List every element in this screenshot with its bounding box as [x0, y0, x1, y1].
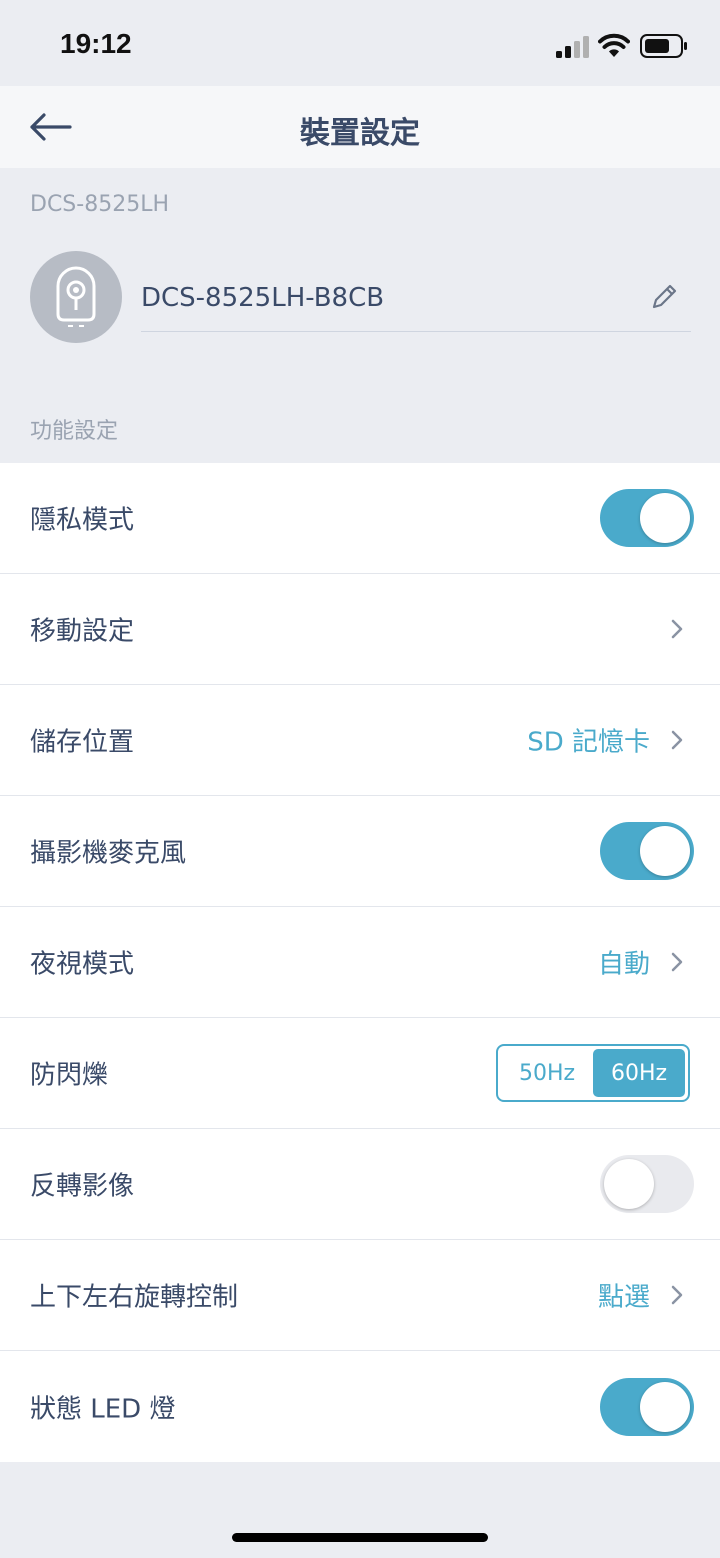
- frequency-option-50hz[interactable]: 50Hz: [501, 1049, 593, 1097]
- wifi-icon: [598, 33, 630, 57]
- status-time: 19:12: [60, 28, 132, 59]
- status-bar: 19:12: [0, 0, 720, 86]
- storage-location-label: 儲存位置: [30, 727, 135, 758]
- status-led-label: 狀態 LED 燈: [30, 1394, 176, 1424]
- frequency-option-60hz[interactable]: 60Hz: [593, 1049, 685, 1097]
- camera-microphone-row: 攝影機麥克風: [0, 796, 720, 907]
- pan-tilt-control-label: 上下左右旋轉控制: [30, 1282, 239, 1313]
- storage-location-value: SD 記憶卡: [527, 727, 650, 758]
- page-title: 裝置設定: [300, 116, 420, 151]
- anti-flicker-label: 防閃爍: [30, 1060, 109, 1091]
- frequency-segmented-control: 50Hz 60Hz: [496, 1044, 690, 1102]
- device-model-label: DCS-8525LH: [30, 192, 169, 217]
- flip-image-toggle[interactable]: [600, 1155, 694, 1213]
- cellular-signal-icon: [556, 36, 589, 58]
- toggle-knob: [640, 493, 690, 543]
- chevron-right-icon: [671, 730, 683, 750]
- home-indicator[interactable]: [232, 1533, 488, 1542]
- privacy-mode-toggle[interactable]: [600, 489, 694, 547]
- pan-tilt-control-value: 點選: [597, 1282, 650, 1313]
- toggle-knob: [604, 1159, 654, 1209]
- status-led-toggle[interactable]: [600, 1377, 694, 1436]
- navigation-bar: 裝置設定: [0, 86, 720, 168]
- edit-name-button[interactable]: [648, 281, 680, 313]
- night-vision-label: 夜視模式: [30, 949, 135, 980]
- toggle-knob: [640, 826, 690, 876]
- device-name: DCS-8525LH-B8CB: [141, 283, 385, 313]
- night-vision-value: 自動: [597, 949, 650, 980]
- name-divider: [141, 331, 691, 332]
- camera-microphone-toggle[interactable]: [600, 822, 694, 880]
- battery-icon: [640, 34, 687, 58]
- motion-settings-label: 移動設定: [30, 616, 135, 647]
- camera-microphone-label: 攝影機麥克風: [30, 838, 187, 869]
- privacy-mode-label: 隱私模式: [30, 505, 135, 536]
- chevron-right-icon: [671, 952, 683, 972]
- device-avatar: [30, 251, 122, 343]
- pan-tilt-control-row[interactable]: 上下左右旋轉控制 點選: [0, 1240, 720, 1351]
- chevron-right-icon: [671, 619, 683, 639]
- privacy-mode-row: 隱私模式: [0, 463, 720, 574]
- flip-image-row: 反轉影像: [0, 1129, 720, 1240]
- status-led-row: 狀態 LED 燈: [0, 1351, 720, 1462]
- motion-settings-row[interactable]: 移動設定: [0, 574, 720, 685]
- camera-icon: [56, 266, 96, 327]
- chevron-right-icon: [671, 1285, 683, 1305]
- anti-flicker-row: 防閃爍 50Hz 60Hz: [0, 1018, 720, 1129]
- pencil-icon: [652, 284, 677, 309]
- settings-list: 隱私模式 移動設定 儲存位置 SD 記憶卡 攝影機麥克風 夜視模式 自動 防閃爍: [0, 463, 720, 1462]
- toggle-knob: [640, 1381, 690, 1432]
- storage-location-row[interactable]: 儲存位置 SD 記憶卡: [0, 685, 720, 796]
- flip-image-label: 反轉影像: [30, 1171, 135, 1202]
- section-header: 功能設定: [30, 419, 119, 444]
- night-vision-row[interactable]: 夜視模式 自動: [0, 907, 720, 1018]
